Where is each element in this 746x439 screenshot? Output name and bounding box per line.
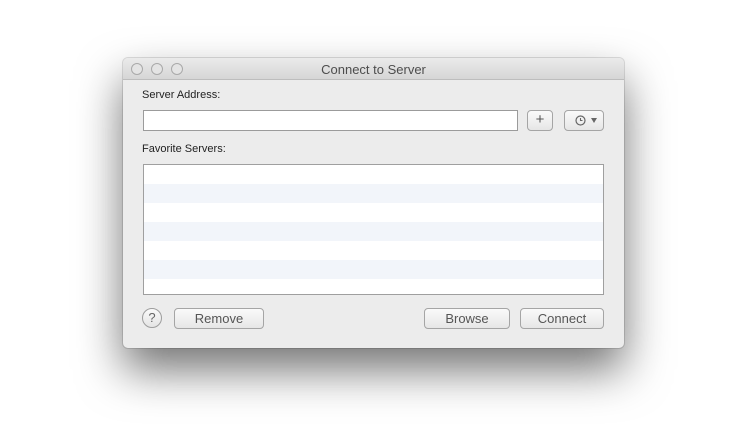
list-item[interactable] (144, 184, 603, 203)
list-item[interactable] (144, 165, 603, 184)
list-item[interactable] (144, 222, 603, 241)
server-address-label: Server Address: (142, 89, 221, 101)
list-item[interactable] (144, 203, 603, 222)
favorite-servers-list[interactable] (143, 164, 604, 295)
help-button[interactable]: ? (142, 308, 162, 328)
browse-button[interactable]: Browse (424, 308, 510, 329)
recent-servers-button[interactable] (564, 110, 604, 131)
list-item[interactable] (144, 241, 603, 260)
add-favorite-button[interactable]: + (527, 110, 553, 131)
window-title: Connect to Server (321, 62, 426, 77)
connect-to-server-window: Connect to Server Server Address: + Favo… (123, 58, 624, 348)
list-item[interactable] (144, 279, 603, 294)
connect-button[interactable]: Connect (520, 308, 604, 329)
remove-button[interactable]: Remove (174, 308, 264, 329)
favorite-servers-label: Favorite Servers: (142, 143, 226, 155)
clock-icon (575, 115, 586, 126)
title-bar[interactable]: Connect to Server (123, 58, 624, 80)
server-address-input[interactable] (143, 110, 518, 131)
chevron-down-icon (591, 118, 597, 123)
list-item[interactable] (144, 260, 603, 279)
